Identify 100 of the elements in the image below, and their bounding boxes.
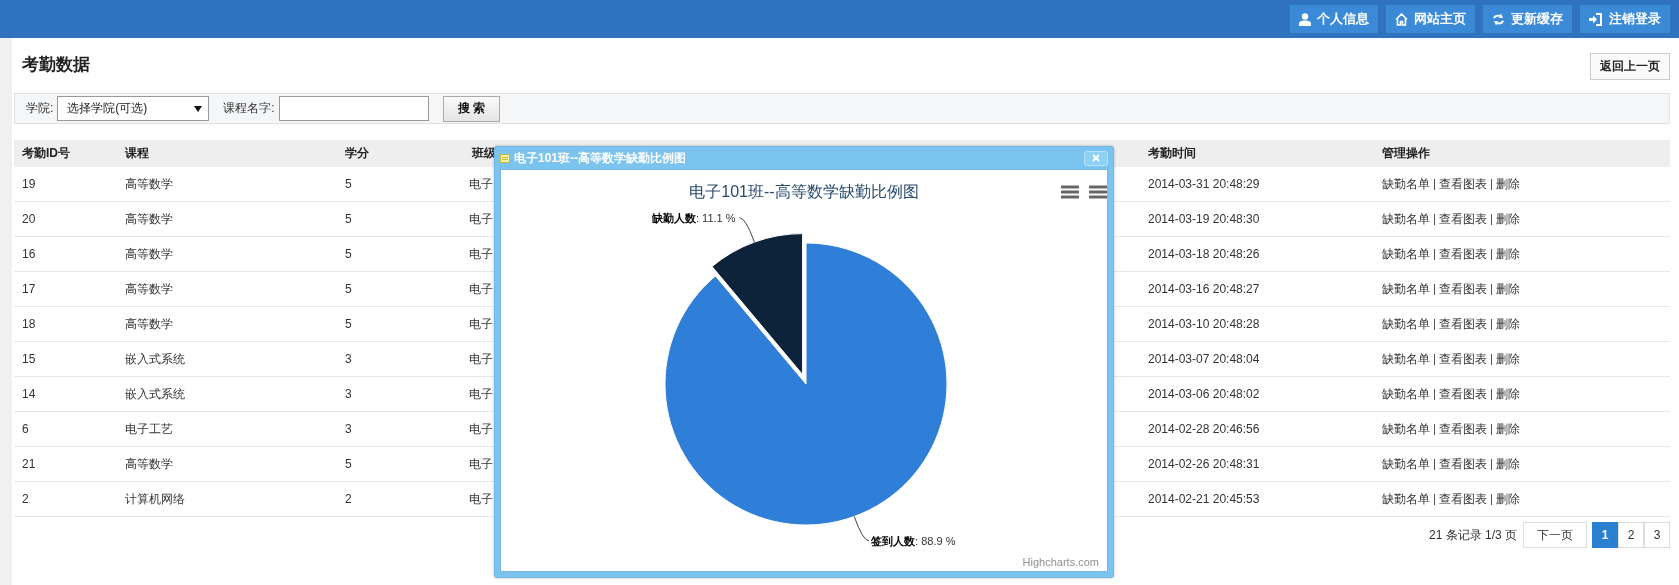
action-link[interactable]: 删除 (1496, 490, 1520, 508)
table-cell-text: 21 (21, 457, 37, 471)
table-cell-text: 电子 (468, 280, 494, 298)
table-cell-text: 高等数学 (124, 245, 174, 263)
action-link[interactable]: 查看图表 (1439, 490, 1487, 508)
action-link[interactable]: 删除 (1496, 455, 1520, 473)
action-link[interactable]: 查看图表 (1439, 385, 1487, 403)
column-header: 学分 (345, 146, 369, 160)
leader-line (853, 516, 870, 542)
table-cell-text: 电子 (468, 210, 494, 228)
course-input-field[interactable] (278, 96, 429, 121)
table-cell-text: 高等数学 (124, 315, 174, 333)
table-cell-text: 2014-03-18 20:48:26 (1147, 247, 1261, 261)
action-link[interactable]: 查看图表 (1439, 420, 1487, 438)
menu-icon[interactable] (1061, 185, 1079, 199)
action-link[interactable]: 缺勤名单 (1382, 245, 1430, 263)
chart-title: 电子101班--高等数学缺勤比例图 (689, 182, 919, 202)
action-link[interactable]: 缺勤名单 (1382, 455, 1430, 473)
next-page-button[interactable]: 下一页 (1523, 522, 1587, 548)
action-link[interactable]: 删除 (1496, 315, 1520, 333)
action-link[interactable]: 删除 (1496, 420, 1520, 438)
table-cell-text: 18 (21, 317, 37, 331)
dialog-title: 电子101班--高等数学缺勤比例图 (514, 149, 687, 167)
action-link[interactable]: 查看图表 (1439, 280, 1487, 298)
page-title: 考勤数据 (22, 53, 90, 76)
table-cell-text: 20 (21, 212, 37, 226)
menu-icon[interactable] (1089, 185, 1107, 199)
table-cell-text: 3 (344, 422, 353, 436)
refresh-icon (1492, 12, 1505, 26)
table-cell-text: 嵌入式系统 (124, 385, 186, 403)
table-cell-text: 2014-02-28 20:46:56 (1147, 422, 1261, 436)
table-cell-text: 2014-03-10 20:48:28 (1147, 317, 1261, 331)
record-summary: 21 条记录 1/3 页 (1428, 526, 1517, 544)
leader-line (739, 217, 755, 243)
close-icon (1092, 154, 1100, 162)
table-cell-text: 电子 (468, 315, 494, 333)
nav-button[interactable]: 网站主页 (1386, 5, 1475, 33)
nav-button[interactable]: 个人信息 (1290, 5, 1378, 33)
page-button[interactable]: 2 (1618, 522, 1644, 548)
data-label: 缺勤人数: 11.1 % (652, 210, 736, 226)
action-link[interactable]: 缺勤名单 (1382, 490, 1430, 508)
table-cell-text: 2014-03-31 20:48:29 (1147, 177, 1261, 191)
action-link[interactable]: 缺勤名单 (1382, 175, 1430, 193)
back-button[interactable]: 返回上一页 (1590, 52, 1670, 80)
pie-slice[interactable] (664, 242, 948, 526)
table-cell-text: 高等数学 (124, 280, 174, 298)
action-link[interactable]: 查看图表 (1439, 455, 1487, 473)
action-link[interactable]: 删除 (1496, 385, 1520, 403)
table-cell-text: 5 (344, 247, 353, 261)
caret-icon (194, 105, 203, 112)
table-cell-text: 电子 (468, 175, 494, 193)
page-button[interactable]: 1 (1592, 522, 1618, 548)
column-header: 管理操作 (1382, 146, 1430, 160)
action-link[interactable]: 查看图表 (1439, 315, 1487, 333)
nav-button[interactable]: 注销登录 (1580, 5, 1670, 33)
table-cell-text: 5 (344, 457, 353, 471)
table-cell-text: 高等数学 (124, 455, 174, 473)
action-link[interactable]: 查看图表 (1439, 175, 1487, 193)
action-link[interactable]: 缺勤名单 (1382, 280, 1430, 298)
table-cell-text: 16 (21, 247, 37, 261)
table-cell-text: 5 (344, 282, 353, 296)
table-cell-text: 电子工艺 (124, 420, 174, 438)
table-cell-text: 2014-03-16 20:48:27 (1147, 282, 1261, 296)
table-cell-text: 3 (344, 387, 353, 401)
table-cell-text: 19 (21, 177, 37, 191)
action-link[interactable]: 查看图表 (1439, 210, 1487, 228)
field-label: 课程名字: (223, 100, 275, 117)
home-icon (1395, 12, 1408, 26)
table-cell-text: 高等数学 (124, 175, 174, 193)
table-cell-text: 2 (344, 492, 353, 506)
college-dropdown[interactable]: 选择学院(可选) (57, 96, 210, 121)
action-link[interactable]: 查看图表 (1439, 245, 1487, 263)
table-cell-text: 2014-03-07 20:48:04 (1147, 352, 1261, 366)
table-cell-text: 电子 (468, 490, 494, 508)
user-icon (1299, 12, 1311, 26)
data-label: 签到人数: 88.9 % (871, 533, 956, 549)
table-cell-text: 嵌入式系统 (124, 350, 186, 368)
table-cell-text: 14 (21, 387, 37, 401)
action-link[interactable]: 缺勤名单 (1382, 420, 1430, 438)
action-link[interactable]: 删除 (1496, 245, 1520, 263)
table-cell-text: 3 (344, 352, 353, 366)
action-link[interactable]: 缺勤名单 (1382, 385, 1430, 403)
action-link[interactable]: 删除 (1496, 175, 1520, 193)
action-link[interactable]: 删除 (1496, 280, 1520, 298)
table-cell-text: 计算机网络 (124, 490, 186, 508)
window-icon (500, 153, 510, 163)
action-link[interactable]: 缺勤名单 (1382, 350, 1430, 368)
action-link[interactable]: 删除 (1496, 210, 1520, 228)
table-cell-text: 15 (21, 352, 37, 366)
page-button[interactable]: 3 (1644, 522, 1670, 548)
search-button[interactable]: 搜 索 (442, 95, 500, 122)
nav-button[interactable]: 更新缓存 (1483, 5, 1572, 33)
action-link[interactable]: 缺勤名单 (1382, 210, 1430, 228)
pie-slice[interactable] (711, 233, 804, 376)
action-link[interactable]: 查看图表 (1439, 350, 1487, 368)
table-cell-text: 6 (21, 422, 30, 436)
action-link[interactable]: 删除 (1496, 350, 1520, 368)
action-link[interactable]: 缺勤名单 (1382, 315, 1430, 333)
field-label: 学院: (26, 100, 54, 117)
table-cell-text: 5 (344, 212, 353, 226)
